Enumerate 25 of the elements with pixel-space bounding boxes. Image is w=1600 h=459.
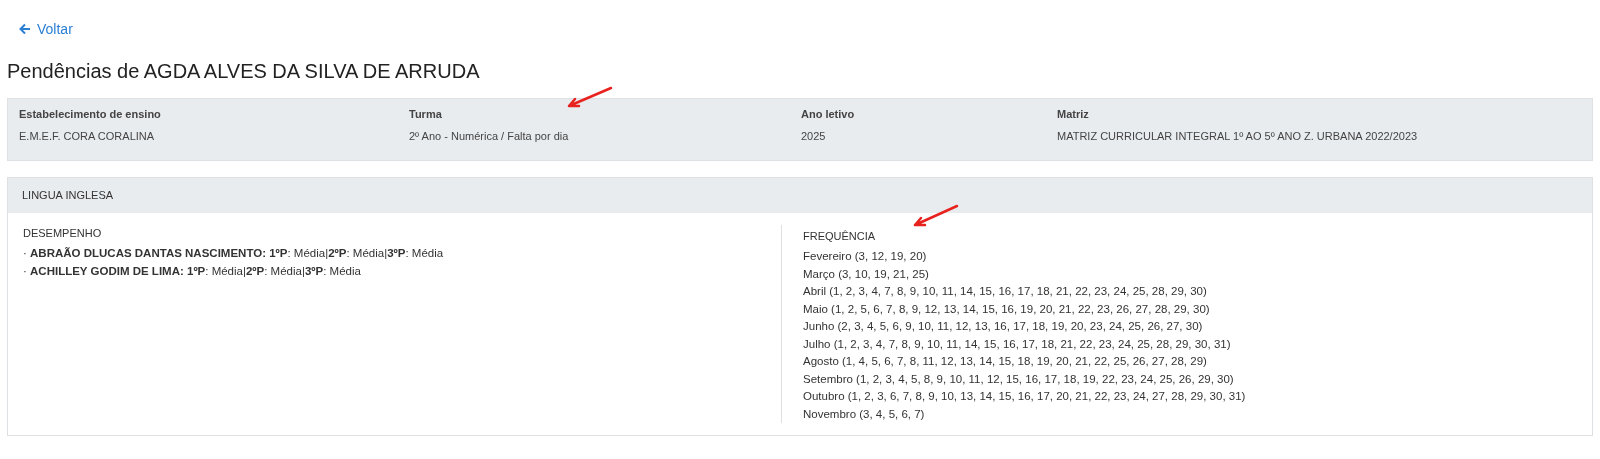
info-label: Matriz bbox=[1057, 107, 1090, 122]
section-heading: FREQUÊNCIA bbox=[803, 228, 877, 244]
list-line: · ABRAÃO DLUCAS DANTAS NASCIMENTO: 1ºP: Média|2ºP: Média|3ºP: Média bbox=[23, 246, 445, 261]
list-line: Novembro (3, 4, 5, 6, 7) bbox=[803, 406, 926, 422]
back-link[interactable]: Voltar bbox=[19, 18, 73, 40]
list-line: Março (3, 10, 19, 21, 25) bbox=[803, 266, 930, 282]
info-value: 2025 bbox=[801, 128, 827, 144]
subject-header: LINGUA INGLESA bbox=[8, 178, 1592, 213]
list-line: Maio (1, 2, 5, 6, 7, 8, 9, 12, 13, 14, 15, 16, 19, 20, 21, 22, 23, 26, 27, 28, 29, 30) bbox=[803, 301, 1211, 317]
section-heading: DESEMPENHO bbox=[23, 225, 103, 241]
info-value: E.M.E.F. CORA CORALINA bbox=[19, 128, 156, 144]
page-title: Pendências de AGDA ALVES DA SILVA DE ARRUDA bbox=[7, 59, 481, 84]
list-line: Fevereiro (3, 12, 19, 20) bbox=[803, 249, 928, 264]
info-label: Estabelecimento de ensino bbox=[19, 107, 162, 122]
info-value: MATRIZ CURRICULAR INTEGRAL 1º AO 5º ANO Z. URBANA 2022/2023 bbox=[1057, 128, 1419, 144]
info-value: 2º Ano - Numérica / Falta por dia bbox=[409, 128, 570, 144]
list-line: Agosto (1, 4, 5, 6, 7, 8, 11, 12, 13, 14, 15, 18, 19, 20, 21, 22, 25, 26, 27, 28, 29) bbox=[803, 354, 1208, 369]
info-label: Turma bbox=[409, 107, 443, 122]
list-line: Junho (2, 3, 4, 5, 6, 9, 10, 11, 12, 13, 16, 17, 18, 19, 20, 23, 24, 25, 26, 27, 30) bbox=[803, 319, 1204, 334]
list-line: Outubro (1, 2, 3, 6, 7, 8, 9, 10, 13, 14, 15, 16, 17, 20, 21, 22, 23, 24, 27, 28, 29, 30, 31) bbox=[803, 389, 1247, 404]
info-label: Ano letivo bbox=[801, 107, 856, 122]
list-line: Julho (1, 2, 3, 4, 7, 8, 9, 10, 11, 14, 15, 16, 17, 18, 21, 22, 23, 24, 25, 28, 29, 30, 31) bbox=[803, 336, 1232, 352]
list-line: Abril (1, 2, 3, 4, 7, 8, 9, 10, 11, 14, 15, 16, 17, 18, 21, 22, 23, 24, 25, 28, 29, 30) bbox=[803, 284, 1208, 299]
list-line: Setembro (1, 2, 3, 4, 5, 8, 9, 10, 11, 12, 15, 16, 17, 18, 19, 22, 23, 24, 25, 26, 29, 30) bbox=[803, 371, 1235, 387]
list-line: · ACHILLEY GODIM DE LIMA: 1ºP: Média|2ºP: Média|3ºP: Média bbox=[23, 263, 362, 279]
